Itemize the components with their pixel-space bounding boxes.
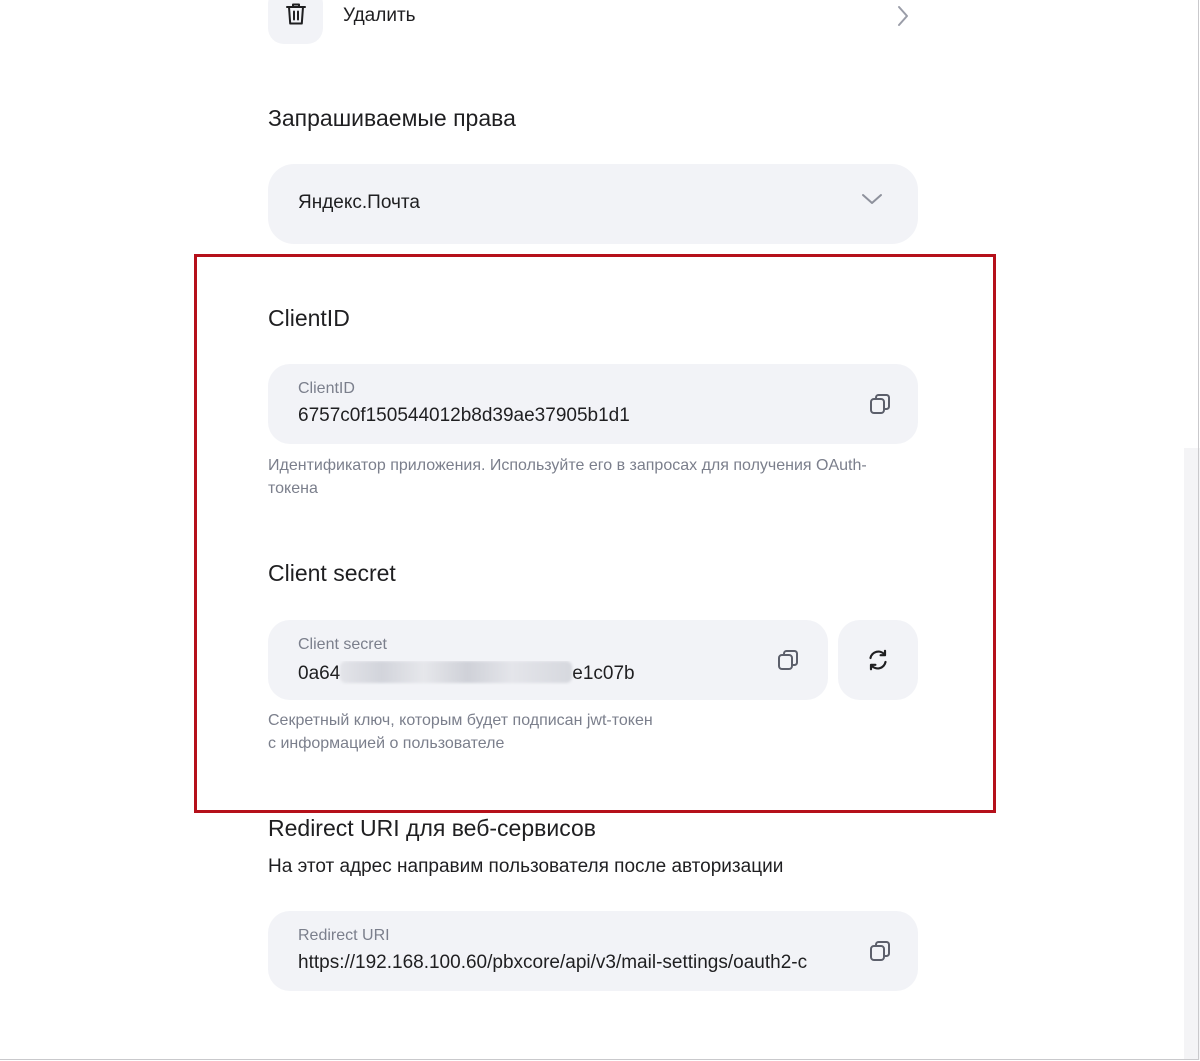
- redirect-subtitle: На этот адрес направим пользователя посл…: [268, 856, 784, 877]
- redirect-uri-value[interactable]: https://192.168.100.60/pbxcore/api/v3/ma…: [298, 952, 850, 974]
- trash-icon: [285, 2, 307, 31]
- client-id-title: ClientID: [268, 305, 350, 331]
- client-id-hint: Идентификатор приложения. Используйте ег…: [268, 457, 867, 497]
- regenerate-secret-button[interactable]: [838, 620, 918, 700]
- client-secret-title: Client secret: [268, 560, 396, 586]
- client-secret-masked: [340, 661, 573, 683]
- client-secret-hint-line1: Секретный ключ, которым будет подписан j…: [268, 712, 653, 729]
- redirect-uri-field-label: Redirect URI: [298, 927, 390, 944]
- copy-icon[interactable]: [776, 648, 800, 672]
- delete-label: Удалить: [343, 5, 416, 26]
- permissions-title: Запрашиваемые права: [268, 105, 516, 131]
- client-secret-field[interactable]: Client secret 0a64 e1c07b: [268, 620, 828, 700]
- copy-icon[interactable]: [868, 939, 892, 963]
- chevron-down-icon: [860, 192, 884, 211]
- client-secret-field-label: Client secret: [298, 636, 387, 653]
- client-id-field[interactable]: ClientID 6757c0f150544012b8d39ae37905b1d…: [268, 364, 918, 444]
- client-secret-hint: Секретный ключ, которым будет подписан j…: [268, 709, 908, 755]
- client-secret-hint-line2: с информацией о пользователе: [268, 735, 505, 752]
- permissions-selected-value: Яндекс.Почта: [298, 192, 420, 213]
- client-secret-value[interactable]: 0a64 e1c07b: [298, 661, 635, 685]
- redirect-title: Redirect URI для веб-сервисов: [268, 815, 596, 841]
- client-secret-suffix: e1c07b: [572, 663, 635, 684]
- client-id-value[interactable]: 6757c0f150544012b8d39ae37905b1d1: [298, 405, 630, 427]
- chevron-right-icon: [896, 4, 910, 33]
- redirect-uri-field[interactable]: Redirect URI https://192.168.100.60/pbxc…: [268, 911, 918, 991]
- permissions-select[interactable]: Яндекс.Почта: [268, 164, 918, 244]
- copy-icon[interactable]: [868, 392, 892, 416]
- scrollbar-track[interactable]: [1184, 448, 1200, 1060]
- client-secret-prefix: 0a64: [298, 663, 341, 684]
- delete-row[interactable]: Удалить: [268, 0, 918, 44]
- delete-icon-button[interactable]: [268, 0, 323, 44]
- refresh-icon: [866, 648, 890, 672]
- client-id-field-label: ClientID: [298, 380, 355, 397]
- window-frame: [0, 0, 1199, 1060]
